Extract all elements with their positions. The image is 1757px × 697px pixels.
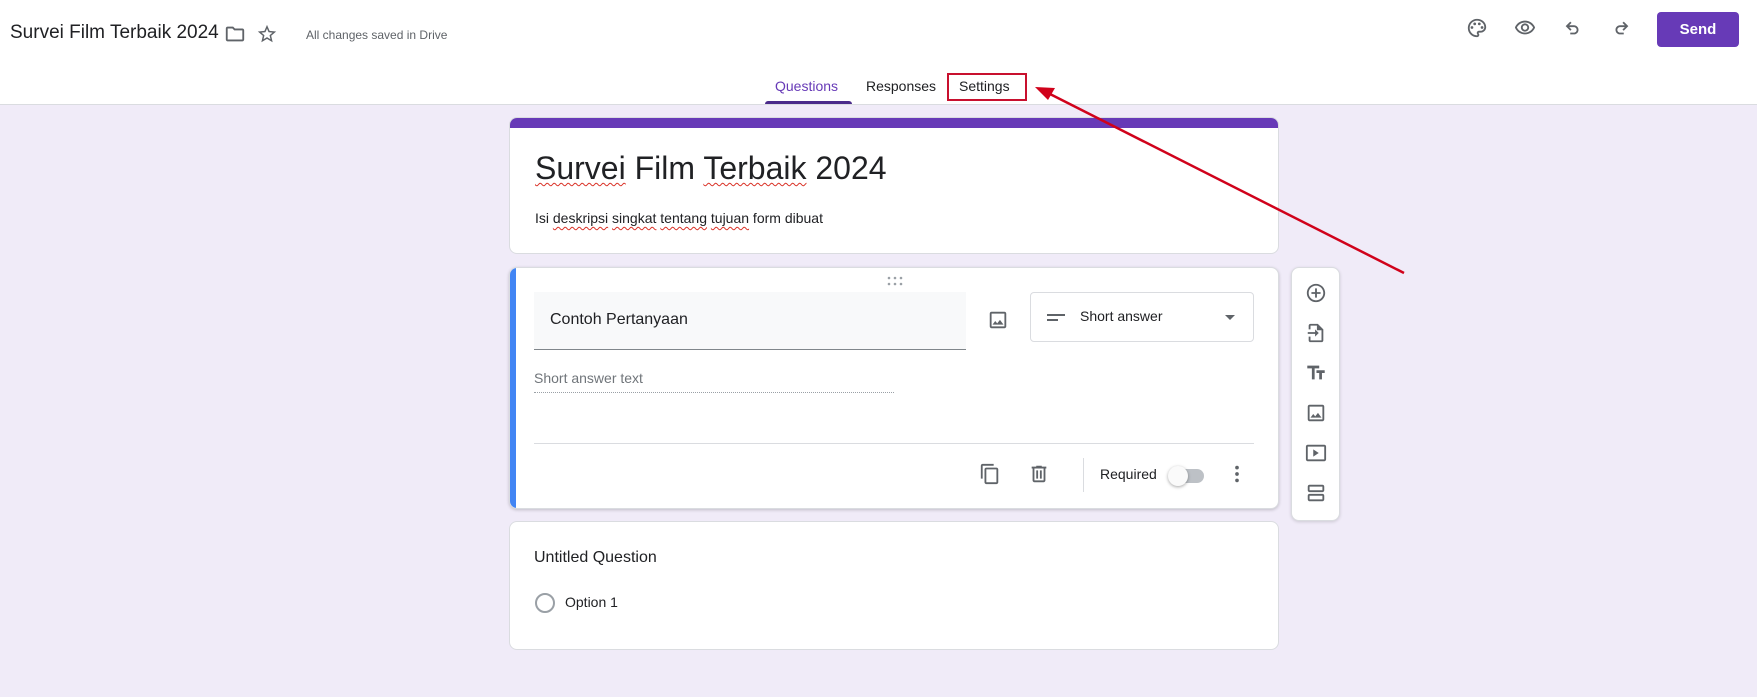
short-answer-placeholder: Short answer text	[534, 370, 894, 393]
option-label: Option 1	[565, 594, 618, 610]
tab-responses[interactable]: Responses	[866, 78, 936, 94]
form-title-card: Survei Film Terbaik 2024 Isi deskripsi s…	[509, 117, 1279, 254]
more-vert-icon	[1235, 465, 1239, 483]
document-title[interactable]: Survei Film Terbaik 2024	[10, 22, 219, 44]
undo-icon	[1565, 21, 1579, 35]
footer-divider	[534, 443, 1254, 444]
footer-vertical-divider	[1083, 458, 1084, 492]
send-button[interactable]: Send	[1657, 12, 1739, 47]
add-section-icon	[1307, 484, 1325, 502]
add-title-icon	[1307, 365, 1325, 380]
redo-icon	[1615, 21, 1629, 35]
question-title: Untitled Question	[534, 549, 657, 566]
option-radio[interactable]	[535, 593, 555, 613]
add-video-button[interactable]	[1302, 439, 1330, 467]
delete-button[interactable]	[1025, 460, 1053, 488]
question-card[interactable]: Untitled Question Option 1	[509, 521, 1279, 650]
save-status: All changes saved in Drive	[306, 28, 448, 42]
theme-accent-bar	[510, 118, 1278, 128]
customize-theme-button[interactable]	[1463, 14, 1491, 42]
folder-icon	[225, 26, 245, 42]
move-to-folder-button[interactable]	[221, 20, 249, 48]
drag-handle-icon[interactable]	[886, 276, 904, 286]
copy-icon	[980, 463, 999, 485]
image-icon	[989, 311, 1007, 329]
floating-toolbar	[1291, 267, 1340, 521]
preview-eye-icon	[1514, 20, 1536, 35]
form-description[interactable]: Isi deskripsi singkat tentang tujuan for…	[535, 210, 823, 226]
tab-questions[interactable]: Questions	[775, 78, 838, 94]
add-question-icon	[1306, 283, 1326, 303]
active-question-indicator	[510, 268, 516, 508]
preview-button[interactable]	[1511, 14, 1539, 42]
question-title-input[interactable]: Contoh Pertanyaan	[534, 292, 966, 350]
required-toggle[interactable]	[1168, 466, 1204, 486]
add-image-button[interactable]	[984, 306, 1012, 334]
undo-button[interactable]	[1559, 14, 1587, 42]
duplicate-button[interactable]	[976, 460, 1004, 488]
palette-icon	[1467, 18, 1487, 38]
import-questions-button[interactable]	[1302, 319, 1330, 347]
settings-highlight-box	[947, 73, 1027, 101]
add-image-toolbar-button[interactable]	[1302, 399, 1330, 427]
star-icon	[257, 24, 277, 43]
question-type-label: Short answer	[1080, 308, 1163, 324]
add-title-button[interactable]	[1302, 359, 1330, 387]
add-image-icon	[1307, 404, 1325, 422]
redo-button[interactable]	[1607, 14, 1635, 42]
required-label: Required	[1100, 466, 1157, 482]
add-section-button[interactable]	[1302, 479, 1330, 507]
trash-icon	[1031, 465, 1047, 483]
dropdown-arrow-icon	[1225, 315, 1235, 320]
top-bar: Survei Film Terbaik 2024 All changes sav…	[0, 0, 1757, 105]
question-card-active[interactable]: Contoh Pertanyaan Short answer Short ans…	[509, 267, 1279, 509]
active-tab-indicator	[765, 101, 852, 104]
star-button[interactable]	[253, 20, 281, 48]
tab-bar: Questions Responses Settings	[0, 74, 1757, 105]
add-question-button[interactable]	[1302, 279, 1330, 307]
import-questions-icon	[1307, 323, 1324, 343]
question-type-dropdown[interactable]: Short answer	[1030, 292, 1254, 342]
more-options-button[interactable]	[1223, 460, 1251, 488]
add-video-icon	[1305, 444, 1327, 462]
form-title[interactable]: Survei Film Terbaik 2024	[535, 150, 887, 187]
short-answer-icon	[1047, 314, 1065, 321]
